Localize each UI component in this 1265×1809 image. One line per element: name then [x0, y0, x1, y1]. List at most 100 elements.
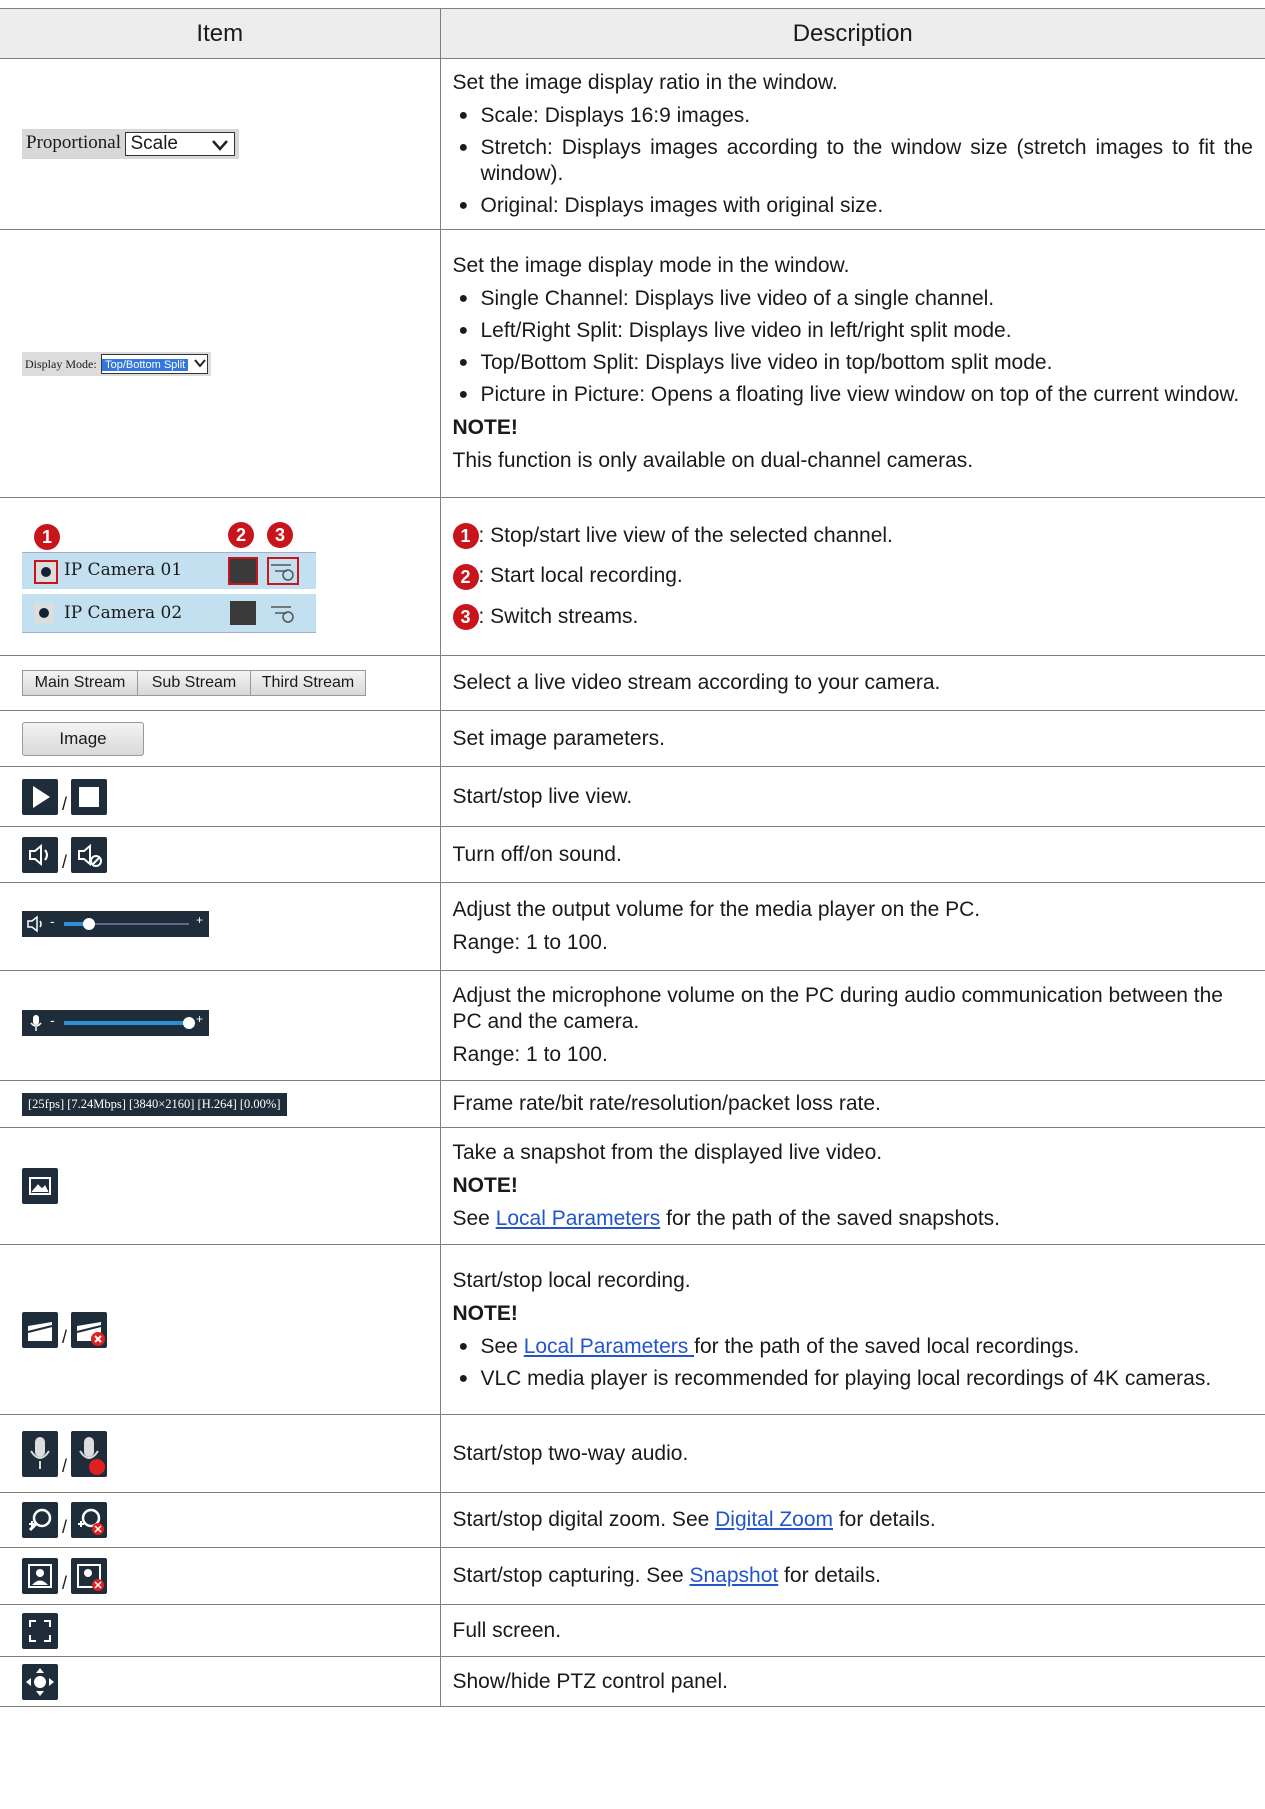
- range-text: Range: 1 to 100.: [452, 1043, 608, 1066]
- camera-list: 1 2 3 IP Camera 01 IP Camera 02: [22, 521, 316, 633]
- desc-text: Adjust the output volume for the media p…: [452, 898, 981, 921]
- marker-1: 1: [34, 523, 60, 550]
- table-header-row: Item Description: [0, 8, 1265, 59]
- record-icon[interactable]: [228, 556, 258, 585]
- bullet-list: Single Channel: Displays live video of a…: [453, 286, 1254, 408]
- desc-text: : Stop/start live view of the selected c…: [478, 523, 893, 547]
- volume-slider[interactable]: - +: [22, 911, 209, 937]
- table-row: Full screen.: [0, 1604, 1265, 1657]
- mic-plus: +: [196, 1012, 204, 1026]
- sub-stream-button[interactable]: Sub Stream: [138, 671, 251, 695]
- sound-on-icon[interactable]: [22, 836, 58, 873]
- camera-icon: [34, 559, 58, 584]
- note-text: See Local Parameters for the path of the…: [452, 1207, 1001, 1230]
- local-parameters-link[interactable]: Local Parameters: [524, 1335, 694, 1358]
- marker-3: 3: [452, 604, 479, 631]
- list-item: Stretch: Displays images according to th…: [453, 135, 1253, 187]
- desc-text: : Switch streams.: [478, 604, 639, 628]
- desc-text: : Start local recording.: [478, 564, 683, 588]
- mic-knob[interactable]: [183, 1017, 195, 1029]
- volume-knob[interactable]: [83, 918, 95, 930]
- desc-line: 3: Switch streams.: [452, 604, 1254, 631]
- capture-stop-icon[interactable]: [71, 1558, 108, 1594]
- table-row: Main Stream Sub Stream Third Stream Sele…: [0, 655, 1265, 711]
- bullet-list: See Local Parameters for the path of the…: [453, 1334, 1254, 1392]
- camera-item-1[interactable]: IP Camera 01: [22, 551, 316, 589]
- separator: /: [62, 1517, 68, 1537]
- table-row: / Start/stop live view.: [0, 766, 1265, 827]
- desc-text: Set image parameters.: [439, 710, 1265, 767]
- list-item: Single Channel: Displays live video of a…: [453, 286, 1254, 312]
- scale-select[interactable]: Scale: [125, 132, 236, 156]
- volume-plus: +: [196, 913, 204, 927]
- mic-minus: -: [50, 1012, 55, 1028]
- table-row: - + Adjust the microphone volume on the …: [0, 970, 1265, 1081]
- snapshot-icon[interactable]: [22, 1168, 58, 1204]
- desc-line: 2: Start local recording.: [452, 563, 1254, 590]
- local-parameters-link[interactable]: Local Parameters: [496, 1207, 661, 1230]
- table-row: Show/hide PTZ control panel.: [0, 1656, 1265, 1707]
- table-row: / Start/stop digital zoom. See Digital Z…: [0, 1492, 1265, 1548]
- list-item: Original: Displays images with original …: [453, 193, 1254, 219]
- desc-text: Frame rate/bit rate/resolution/packet lo…: [439, 1080, 1265, 1128]
- record-icon[interactable]: [230, 600, 256, 625]
- scale-select-value: Scale: [130, 133, 178, 154]
- desc-text: Start/stop local recording.: [452, 1269, 691, 1292]
- third-stream-button[interactable]: Third Stream: [251, 671, 365, 695]
- two-way-audio-start-icon[interactable]: [22, 1430, 58, 1477]
- bullet-list: Scale: Displays 16:9 images. Stretch: Di…: [453, 103, 1254, 219]
- capture-start-icon[interactable]: [22, 1558, 58, 1594]
- stream-switch-icon[interactable]: [267, 556, 299, 585]
- digital-zoom-stop-icon[interactable]: [71, 1502, 108, 1538]
- note-text: This function is only available on dual-…: [452, 449, 974, 472]
- separator: /: [62, 1326, 68, 1347]
- separator: /: [62, 851, 68, 872]
- fullscreen-icon[interactable]: [22, 1612, 58, 1649]
- desc-text: Adjust the microphone volume on the PC d…: [452, 984, 1223, 1033]
- marker-2: 2: [452, 563, 479, 590]
- camera-name: IP Camera 01: [64, 559, 183, 580]
- stream-switch-icon[interactable]: [269, 601, 297, 625]
- table-row: 1 2 3 IP Camera 01 IP Camera 02 1: Stop…: [0, 497, 1265, 656]
- note-title: NOTE!: [452, 1174, 518, 1197]
- display-mode-value: Top/Bottom Split: [102, 358, 189, 371]
- speaker-icon: [27, 915, 42, 933]
- marker-2: 2: [228, 521, 254, 548]
- play-icon[interactable]: [22, 778, 58, 815]
- record-start-icon[interactable]: [22, 1311, 58, 1348]
- header-description: Description: [439, 8, 1265, 59]
- list-item: See Local Parameters for the path of the…: [453, 1334, 1254, 1360]
- main-stream-button[interactable]: Main Stream: [23, 671, 138, 695]
- list-item: Picture in Picture: Opens a floating liv…: [453, 382, 1254, 408]
- stop-icon[interactable]: [71, 778, 108, 815]
- function-table: Item Description Proportional Scale Set …: [0, 8, 1265, 1707]
- digital-zoom-start-icon[interactable]: [22, 1502, 58, 1538]
- table-row: Take a snapshot from the displayed live …: [0, 1127, 1265, 1245]
- stream-stats-bar: [25fps] [7.24Mbps] [3840×2160] [H.264] […: [22, 1092, 287, 1116]
- digital-zoom-link[interactable]: Digital Zoom: [715, 1508, 833, 1531]
- microphone-icon: [30, 1015, 42, 1031]
- range-text: Range: 1 to 100.: [452, 931, 608, 954]
- two-way-audio-stop-icon[interactable]: [71, 1430, 108, 1477]
- proportional-control: Proportional Scale: [22, 129, 240, 159]
- image-button[interactable]: Image: [22, 721, 144, 756]
- volume-minus: -: [50, 913, 55, 929]
- table-row: - + Adjust the output volume for the med…: [0, 882, 1265, 971]
- display-mode-label: Display Mode:: [25, 356, 97, 371]
- table-row: Proportional Scale Set the image display…: [0, 58, 1265, 230]
- table-row: Display Mode: Top/Bottom Split Set the i…: [0, 229, 1265, 498]
- table-row: / Start/stop two-way audio.: [0, 1414, 1265, 1493]
- sound-off-icon[interactable]: [71, 836, 108, 873]
- camera-item-2[interactable]: IP Camera 02: [22, 593, 316, 633]
- mic-volume-slider[interactable]: - +: [22, 1010, 209, 1036]
- display-mode-select[interactable]: Top/Bottom Split: [101, 353, 208, 374]
- table-row: / Start/stop capturing. See Snapshot for…: [0, 1547, 1265, 1605]
- desc-text: Turn off/on sound.: [439, 826, 1265, 883]
- desc-text: Take a snapshot from the displayed live …: [452, 1141, 883, 1164]
- record-stop-icon[interactable]: [71, 1311, 108, 1348]
- proportional-label: Proportional: [26, 132, 121, 154]
- ptz-control-icon[interactable]: [22, 1663, 58, 1700]
- snapshot-link[interactable]: Snapshot: [689, 1564, 778, 1587]
- desc-text: Select a live video stream according to …: [439, 655, 1265, 711]
- desc-text: Set the image display mode in the window…: [452, 254, 850, 277]
